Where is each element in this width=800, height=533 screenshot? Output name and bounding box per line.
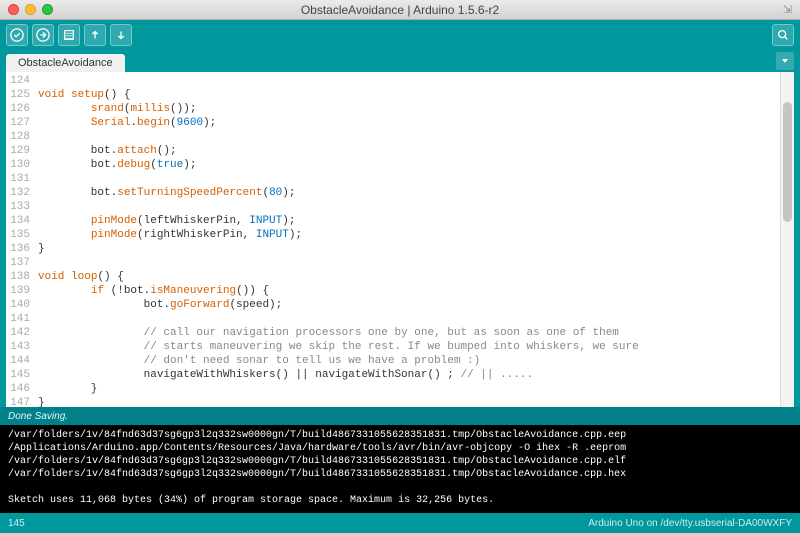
tab-menu-button[interactable] [776, 52, 794, 70]
footer-board-info: Arduino Uno on /dev/tty.usbserial-DA00WX… [588, 518, 792, 529]
footer-line-number: 145 [8, 518, 25, 529]
tab-bar: ObstacleAvoidance [0, 50, 800, 72]
footer-bar: 145 Arduino Uno on /dev/tty.usbserial-DA… [0, 513, 800, 533]
line-number-gutter: 1241251261271281291301311321331341351361… [6, 72, 34, 407]
vertical-scrollbar[interactable] [780, 72, 794, 407]
status-text: Done Saving. [8, 411, 68, 422]
new-sketch-button[interactable] [58, 24, 80, 46]
status-bar: Done Saving. [0, 407, 800, 425]
verify-button[interactable] [6, 24, 28, 46]
serial-monitor-button[interactable] [772, 24, 794, 46]
window-title: ObstacleAvoidance | Arduino 1.5.6-r2 [0, 3, 800, 17]
code-area[interactable]: void setup() { srand(millis()); Serial.b… [34, 72, 780, 407]
open-sketch-button[interactable] [84, 24, 106, 46]
code-editor[interactable]: 1241251261271281291301311321331341351361… [0, 72, 800, 407]
save-sketch-button[interactable] [110, 24, 132, 46]
tab-active[interactable]: ObstacleAvoidance [6, 54, 125, 72]
window-titlebar: ObstacleAvoidance | Arduino 1.5.6-r2 ⇲ [0, 0, 800, 20]
upload-button[interactable] [32, 24, 54, 46]
toolbar [0, 20, 800, 50]
console-output[interactable]: /var/folders/1v/84fnd63d37sg6gp3l2q332sw… [0, 425, 800, 513]
titlebar-proxy-icon: ⇲ [783, 3, 792, 16]
scroll-thumb[interactable] [783, 102, 792, 222]
